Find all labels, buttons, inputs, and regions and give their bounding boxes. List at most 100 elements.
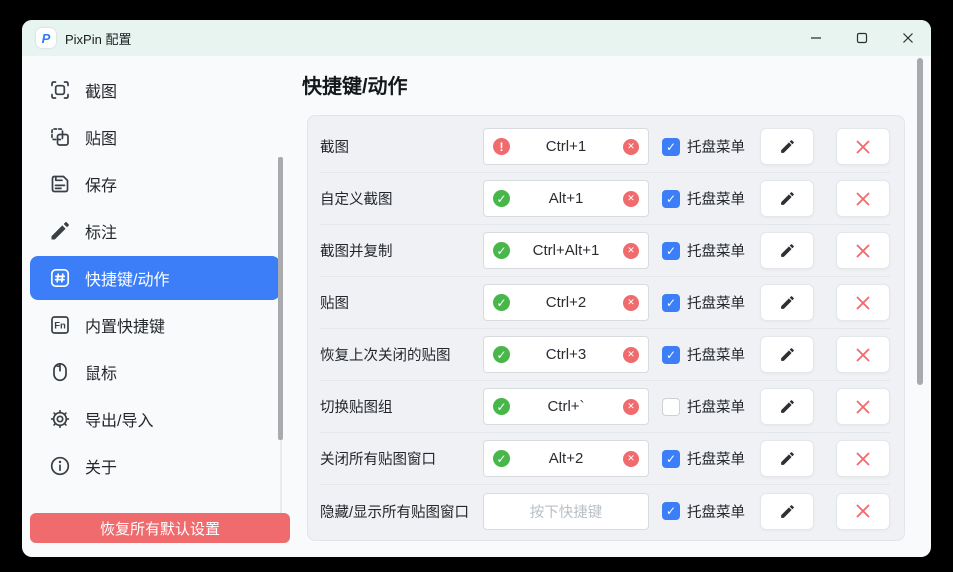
edit-hotkey-button[interactable] [760, 128, 814, 165]
delete-x-icon [855, 243, 871, 259]
action-label: 关闭所有贴图窗口 [320, 448, 483, 469]
edit-hotkey-button[interactable] [760, 232, 814, 269]
hotkey-value: Ctrl+3 [546, 346, 586, 363]
delete-hotkey-button[interactable] [836, 388, 890, 425]
hotkey-row-screenshot: 截图 Ctrl+1 ✕ 托盘菜单 [320, 121, 890, 173]
hotkey-status-icon [493, 346, 510, 363]
hotkey-input[interactable]: Alt+1 ✕ [483, 180, 649, 217]
tray-menu-label: 托盘菜单 [687, 188, 745, 209]
clear-hotkey-icon[interactable]: ✕ [623, 399, 639, 415]
sidebar-item-builtin-hotkeys[interactable]: Fn 内置快捷键 [30, 303, 280, 347]
pencil-icon [779, 398, 796, 415]
delete-hotkey-button[interactable] [836, 440, 890, 477]
delete-hotkey-button[interactable] [836, 180, 890, 217]
sidebar-item-pin-image[interactable]: 贴图 [30, 115, 280, 159]
delete-x-icon [855, 503, 871, 519]
hotkey-input[interactable]: Ctrl+1 ✕ [483, 128, 649, 165]
hotkey-input[interactable]: Ctrl+3 ✕ [483, 336, 649, 373]
hotkey-input[interactable]: 按下快捷键 [483, 493, 649, 530]
delete-x-icon [855, 347, 871, 363]
tray-menu-checkbox[interactable] [662, 346, 680, 364]
pencil-icon [779, 138, 796, 155]
hotkey-row-hide-show-all-pins: 隐藏/显示所有贴图窗口 按下快捷键 托盘菜单 [320, 485, 890, 537]
action-label: 恢复上次关闭的贴图 [320, 344, 483, 365]
pencil-icon [779, 294, 796, 311]
hotkey-row-custom-screenshot: 自定义截图 Alt+1 ✕ 托盘菜单 [320, 173, 890, 225]
edit-hotkey-button[interactable] [760, 388, 814, 425]
delete-x-icon [855, 191, 871, 207]
hotkey-input[interactable]: Ctrl+` ✕ [483, 388, 649, 425]
window-title: PixPin 配置 [65, 29, 131, 48]
clear-hotkey-icon[interactable]: ✕ [623, 243, 639, 259]
delete-x-icon [855, 295, 871, 311]
hotkey-row-switch-pin-group: 切换贴图组 Ctrl+` ✕ 托盘菜单 [320, 381, 890, 433]
sidebar-item-label: 截图 [85, 78, 117, 102]
pencil-icon [779, 503, 796, 520]
sidebar-item-label: 标注 [85, 219, 117, 243]
delete-hotkey-button[interactable] [836, 493, 890, 530]
reset-defaults-button[interactable]: 恢复所有默认设置 [30, 513, 290, 543]
sidebar-item-about[interactable]: 关于 [30, 444, 280, 488]
sidebar-item-annotate[interactable]: 标注 [30, 209, 280, 253]
main-scrollbar-thumb[interactable] [917, 58, 923, 385]
hotkey-placeholder: 按下快捷键 [530, 501, 603, 522]
edit-hotkey-button[interactable] [760, 284, 814, 321]
edit-hotkey-button[interactable] [760, 493, 814, 530]
sidebar-scrollbar-thumb[interactable] [278, 157, 283, 440]
maximize-button[interactable] [839, 20, 885, 56]
minimize-button[interactable] [793, 20, 839, 56]
tray-menu-label: 托盘菜单 [687, 136, 745, 157]
tray-menu-option: 托盘菜单 [662, 240, 760, 261]
delete-hotkey-button[interactable] [836, 232, 890, 269]
delete-hotkey-button[interactable] [836, 284, 890, 321]
tray-menu-checkbox[interactable] [662, 502, 680, 520]
clear-hotkey-icon[interactable]: ✕ [623, 295, 639, 311]
tray-menu-label: 托盘菜单 [687, 448, 745, 469]
sidebar-item-export-import[interactable]: 导出/导入 [30, 397, 280, 441]
clear-hotkey-icon[interactable]: ✕ [623, 191, 639, 207]
close-button[interactable] [885, 20, 931, 56]
delete-hotkey-button[interactable] [836, 128, 890, 165]
hotkeys-panel: 截图 Ctrl+1 ✕ 托盘菜单 [307, 115, 905, 541]
hotkey-input[interactable]: Ctrl+2 ✕ [483, 284, 649, 321]
tray-menu-option: 托盘菜单 [662, 501, 760, 522]
hotkey-value: Alt+1 [549, 190, 584, 207]
clear-hotkey-icon[interactable]: ✕ [623, 451, 639, 467]
clear-hotkey-icon[interactable]: ✕ [623, 347, 639, 363]
action-label: 隐藏/显示所有贴图窗口 [320, 501, 483, 522]
tray-menu-checkbox[interactable] [662, 190, 680, 208]
hotkey-input[interactable]: Alt+2 ✕ [483, 440, 649, 477]
tray-menu-checkbox[interactable] [662, 242, 680, 260]
tray-menu-checkbox[interactable] [662, 398, 680, 416]
action-label: 切换贴图组 [320, 396, 483, 417]
hotkey-row-restore-last-pin: 恢复上次关闭的贴图 Ctrl+3 ✕ 托盘菜单 [320, 329, 890, 381]
sidebar-item-screenshot[interactable]: 截图 [30, 68, 280, 112]
sidebar-item-hotkeys-actions[interactable]: 快捷键/动作 [30, 256, 280, 300]
screenshot-icon [48, 78, 72, 102]
sidebar-item-save[interactable]: 保存 [30, 162, 280, 206]
window-body: 截图 贴图 保存 标注 [22, 56, 931, 557]
pencil-icon [779, 190, 796, 207]
sidebar-item-label: 快捷键/动作 [85, 266, 169, 290]
edit-hotkey-button[interactable] [760, 336, 814, 373]
pin-image-icon [48, 125, 72, 149]
tray-menu-option: 托盘菜单 [662, 448, 760, 469]
tray-menu-checkbox[interactable] [662, 138, 680, 156]
svg-text:Fn: Fn [54, 320, 66, 331]
action-label: 截图并复制 [320, 240, 483, 261]
tray-menu-checkbox[interactable] [662, 294, 680, 312]
hotkey-value: Ctrl+Alt+1 [533, 242, 600, 259]
hotkey-input[interactable]: Ctrl+Alt+1 ✕ [483, 232, 649, 269]
hotkey-value: Alt+2 [549, 450, 584, 467]
tray-menu-checkbox[interactable] [662, 450, 680, 468]
delete-hotkey-button[interactable] [836, 336, 890, 373]
tray-menu-label: 托盘菜单 [687, 292, 745, 313]
edit-hotkey-button[interactable] [760, 440, 814, 477]
sidebar-item-mouse[interactable]: 鼠标 [30, 350, 280, 394]
edit-hotkey-button[interactable] [760, 180, 814, 217]
clear-hotkey-icon[interactable]: ✕ [623, 139, 639, 155]
pixpin-settings-window: P PixPin 配置 截图 [22, 20, 931, 557]
tray-menu-option: 托盘菜单 [662, 188, 760, 209]
save-icon [48, 172, 72, 196]
sidebar-item-label: 保存 [85, 172, 117, 196]
